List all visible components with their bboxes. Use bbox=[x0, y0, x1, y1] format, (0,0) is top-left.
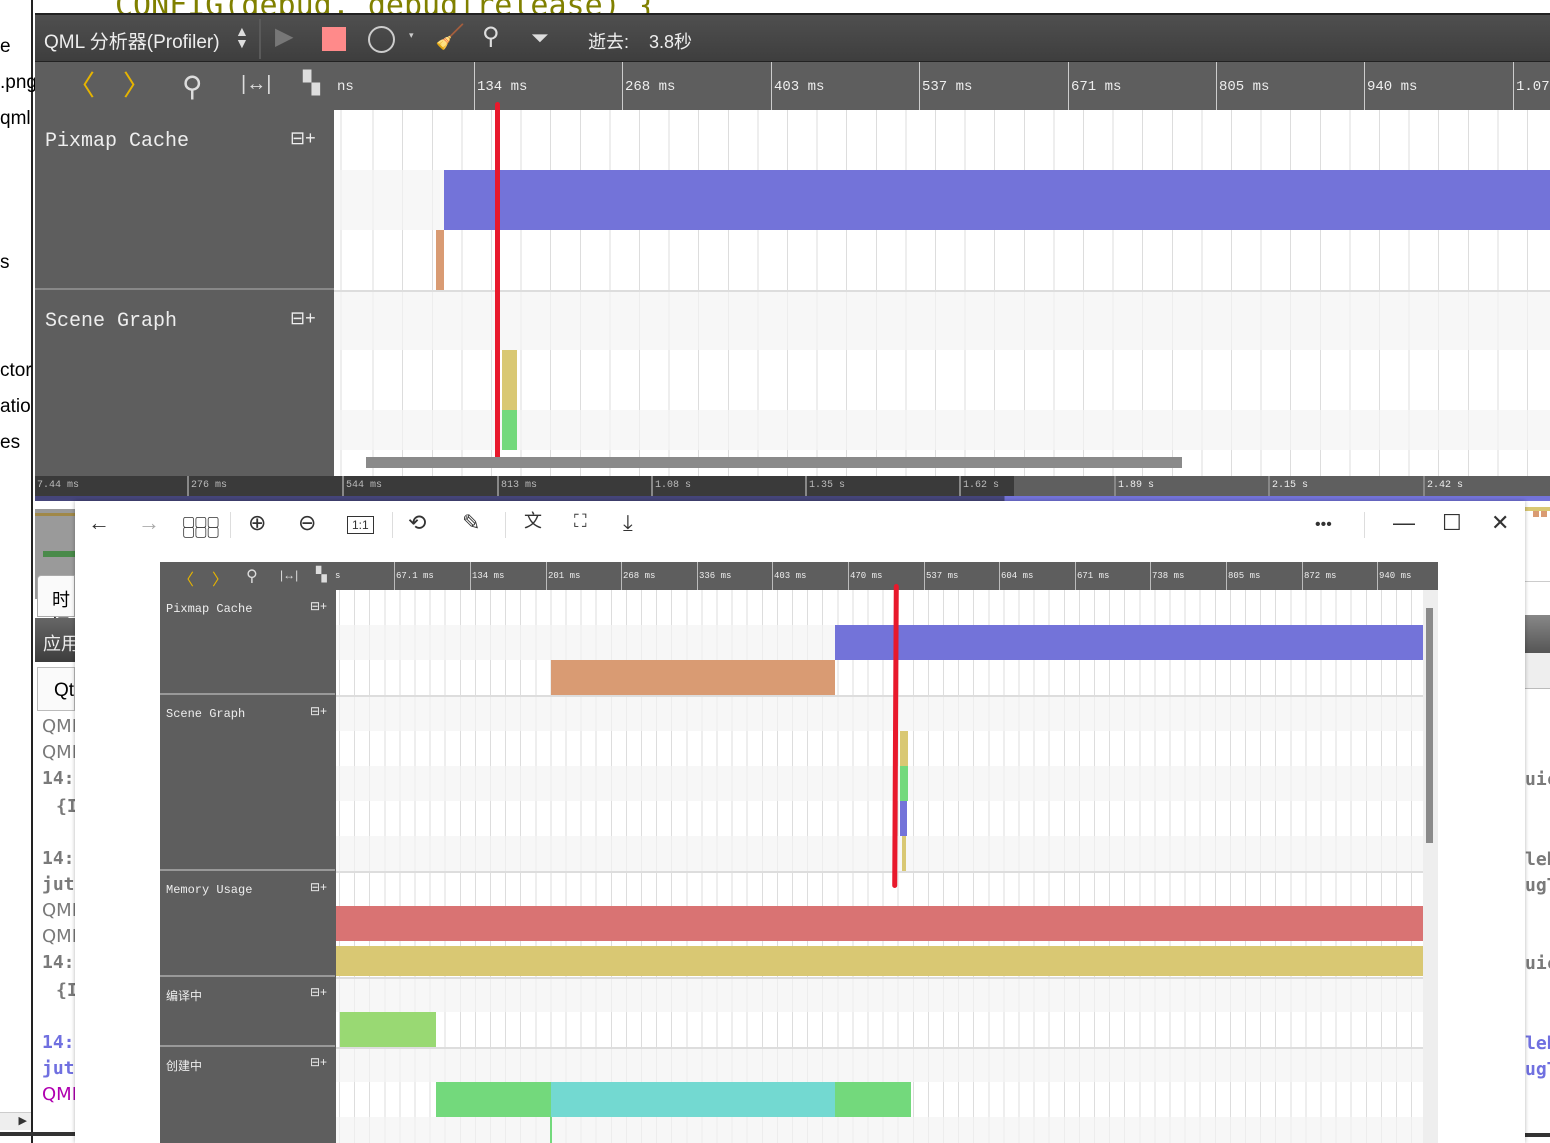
log-line: 14: bbox=[42, 768, 75, 789]
next-event-icon[interactable]: 〉 bbox=[123, 72, 151, 100]
log-line: jut bbox=[42, 1058, 75, 1079]
stop-icon[interactable] bbox=[322, 27, 346, 51]
timeline-tracks[interactable] bbox=[334, 102, 1550, 476]
scene-graph-event-bar[interactable] bbox=[502, 350, 517, 410]
ruler-label: 134 ms bbox=[474, 62, 527, 110]
maximize-icon[interactable]: ☐ bbox=[1442, 512, 1462, 534]
track-pixmap-cache[interactable]: Pixmap Cache ⊟+ bbox=[35, 110, 334, 290]
file-fragment: .png bbox=[0, 72, 37, 93]
minimize-icon[interactable]: — bbox=[1393, 512, 1415, 534]
file-fragment: ctor bbox=[0, 360, 32, 381]
panel-tab-qt[interactable]: Qt bbox=[37, 667, 75, 711]
track-scene-graph[interactable]: Scene Graph ⊟+ bbox=[35, 292, 334, 476]
expand-icon[interactable]: ⊟+ bbox=[290, 308, 316, 329]
fit-range-icon: |↔| bbox=[280, 568, 299, 582]
ruler-label: 403 ms bbox=[771, 62, 824, 110]
log-line: 14: bbox=[42, 848, 75, 869]
rotate-icon[interactable]: ⟲ bbox=[408, 512, 426, 534]
more-icon[interactable]: ••• bbox=[1315, 517, 1332, 533]
zoom-search-icon[interactable]: ⚲ bbox=[182, 71, 203, 102]
record-icon[interactable] bbox=[368, 26, 395, 53]
zoom-search-icon: ⚲ bbox=[246, 568, 258, 585]
pixmap-event-bar[interactable] bbox=[436, 230, 444, 290]
inner-track-scene-graph: Scene Graph ⊟+ bbox=[160, 696, 335, 871]
log-line: jut bbox=[42, 874, 75, 895]
next-event-icon: 〉 bbox=[212, 572, 229, 589]
zoom-out-icon[interactable]: ⊖ bbox=[298, 512, 316, 534]
scene-graph-event-bar bbox=[900, 731, 908, 766]
memory-usage-bar bbox=[336, 946, 1423, 976]
record-menu-arrow-icon[interactable]: ▾ bbox=[409, 30, 414, 41]
grid-icon[interactable]: ▢▢▢ ▢▢▢ bbox=[182, 514, 220, 538]
horizontal-scrollbar[interactable]: ▶ bbox=[0, 1112, 31, 1130]
profiler-toolbar: QML 分析器(Profiler) ▲ ▼ ▶ ▾ 🧹 ⚲ ⏷ 逝去: 3.8秒 bbox=[35, 13, 1550, 62]
forward-icon[interactable]: → bbox=[138, 512, 160, 534]
background-right: uic leb ugT uic leb ugT bbox=[1525, 501, 1550, 1143]
start-icon[interactable]: ▶ bbox=[275, 25, 293, 49]
clear-icon[interactable]: 🧹 bbox=[435, 26, 465, 50]
time-cursor[interactable] bbox=[495, 102, 500, 465]
panel-title: 应用 bbox=[35, 618, 79, 662]
elapsed-value: 3.8秒 bbox=[649, 32, 693, 52]
pixmap-event-bar bbox=[835, 625, 1423, 660]
scene-graph-event-bar[interactable] bbox=[502, 410, 517, 450]
filter-icon[interactable]: ⏷ bbox=[531, 27, 549, 49]
ruler-label: 268 ms bbox=[622, 62, 675, 110]
select-arrows-icon[interactable]: ▲ ▼ bbox=[235, 24, 249, 50]
ruler-label: 940 ms bbox=[1364, 62, 1417, 110]
file-fragment: qml bbox=[0, 108, 31, 129]
inner-scrollbar bbox=[1423, 590, 1438, 1143]
zoom-in-icon[interactable]: ⊕ bbox=[248, 512, 266, 534]
horizontal-scrollbar[interactable] bbox=[366, 457, 1182, 468]
ruler-label: 537 ms bbox=[919, 62, 972, 110]
file-fragment: s bbox=[0, 252, 10, 273]
inner-track-creating: 创建中 ⊟+ bbox=[166, 1055, 328, 1074]
fit-range-icon[interactable]: |↔| bbox=[241, 74, 271, 94]
select-range-icon: ▚ bbox=[316, 566, 327, 582]
scene-graph-event-bar bbox=[902, 836, 906, 871]
inner-track-area bbox=[336, 583, 1423, 1143]
elapsed-label: 逝去: bbox=[588, 32, 630, 52]
prev-event-icon[interactable]: 〈 bbox=[67, 72, 95, 100]
save-icon[interactable]: ⤓ bbox=[623, 512, 633, 534]
file-fragment: es bbox=[0, 432, 21, 453]
pixmap-event-bar bbox=[551, 660, 835, 695]
ruler-label: ns bbox=[337, 79, 354, 95]
close-icon[interactable]: ✕ bbox=[1491, 512, 1509, 534]
prev-event-icon: 〈 bbox=[178, 572, 195, 589]
log-line: 14: bbox=[42, 1032, 75, 1053]
edit-icon[interactable]: ✎ bbox=[462, 512, 480, 534]
scene-graph-event-bar bbox=[900, 801, 907, 836]
select-range-icon[interactable]: ▚ bbox=[303, 72, 320, 94]
memory-usage-bar bbox=[336, 906, 1423, 941]
scene-graph-event-bar bbox=[900, 766, 908, 801]
ruler-label: 1.07 bbox=[1513, 62, 1550, 110]
ruler-label: 671 ms bbox=[1068, 62, 1121, 110]
log-line: 14: bbox=[42, 952, 75, 973]
mode-select[interactable]: QML 分析器(Profiler) bbox=[44, 27, 220, 54]
pixmap-event-bar[interactable] bbox=[444, 170, 1550, 230]
ocr-icon[interactable]: ⛶ bbox=[574, 512, 587, 530]
file-fragment: e bbox=[0, 36, 11, 57]
code-editor-line: CONFIG(debug, debug|release) { bbox=[35, 0, 1550, 13]
inner-track-memory-usage: Memory Usage ⊟+ bbox=[160, 872, 335, 977]
track-labels: Pixmap Cache ⊟+ Scene Graph ⊟+ bbox=[35, 110, 334, 476]
actual-size-icon[interactable]: 1:1 bbox=[347, 516, 374, 534]
compile-event-bar bbox=[340, 1012, 436, 1047]
inner-ruler: 〈 〉 ⚲ |↔| ▚ s 67.1 ms 134 ms 201 ms 268 … bbox=[160, 562, 1438, 590]
create-event-bar bbox=[551, 1082, 835, 1117]
file-fragment: atio bbox=[0, 396, 31, 417]
inner-track-compiling: 编译中 ⊟+ bbox=[160, 978, 335, 1047]
expand-icon[interactable]: ⊟+ bbox=[290, 128, 316, 149]
timeline-ruler: 〈 〉 ⚲ |↔| ▚ ns 134 ms 268 ms 403 ms 537 … bbox=[35, 62, 1550, 110]
ruler-label: 805 ms bbox=[1216, 62, 1269, 110]
overview-ruler[interactable]: 7.44 ms 276 ms 544 ms 813 ms 1.08 s 1.35… bbox=[35, 476, 1550, 496]
translate-icon[interactable]: 文 bbox=[524, 512, 542, 530]
inner-track-pixmap-cache: Pixmap Cache ⊟+ bbox=[160, 590, 335, 695]
inner-profiler-image: 〈 〉 ⚲ |↔| ▚ s 67.1 ms 134 ms 201 ms 268 … bbox=[160, 562, 1438, 1143]
back-icon[interactable]: ← bbox=[88, 512, 110, 534]
search-icon[interactable]: ⚲ bbox=[482, 23, 500, 50]
background-file-list: e .png qml s ctor atio es ▶ bbox=[0, 0, 37, 1143]
tab-time[interactable]: 时间 bbox=[37, 575, 75, 636]
